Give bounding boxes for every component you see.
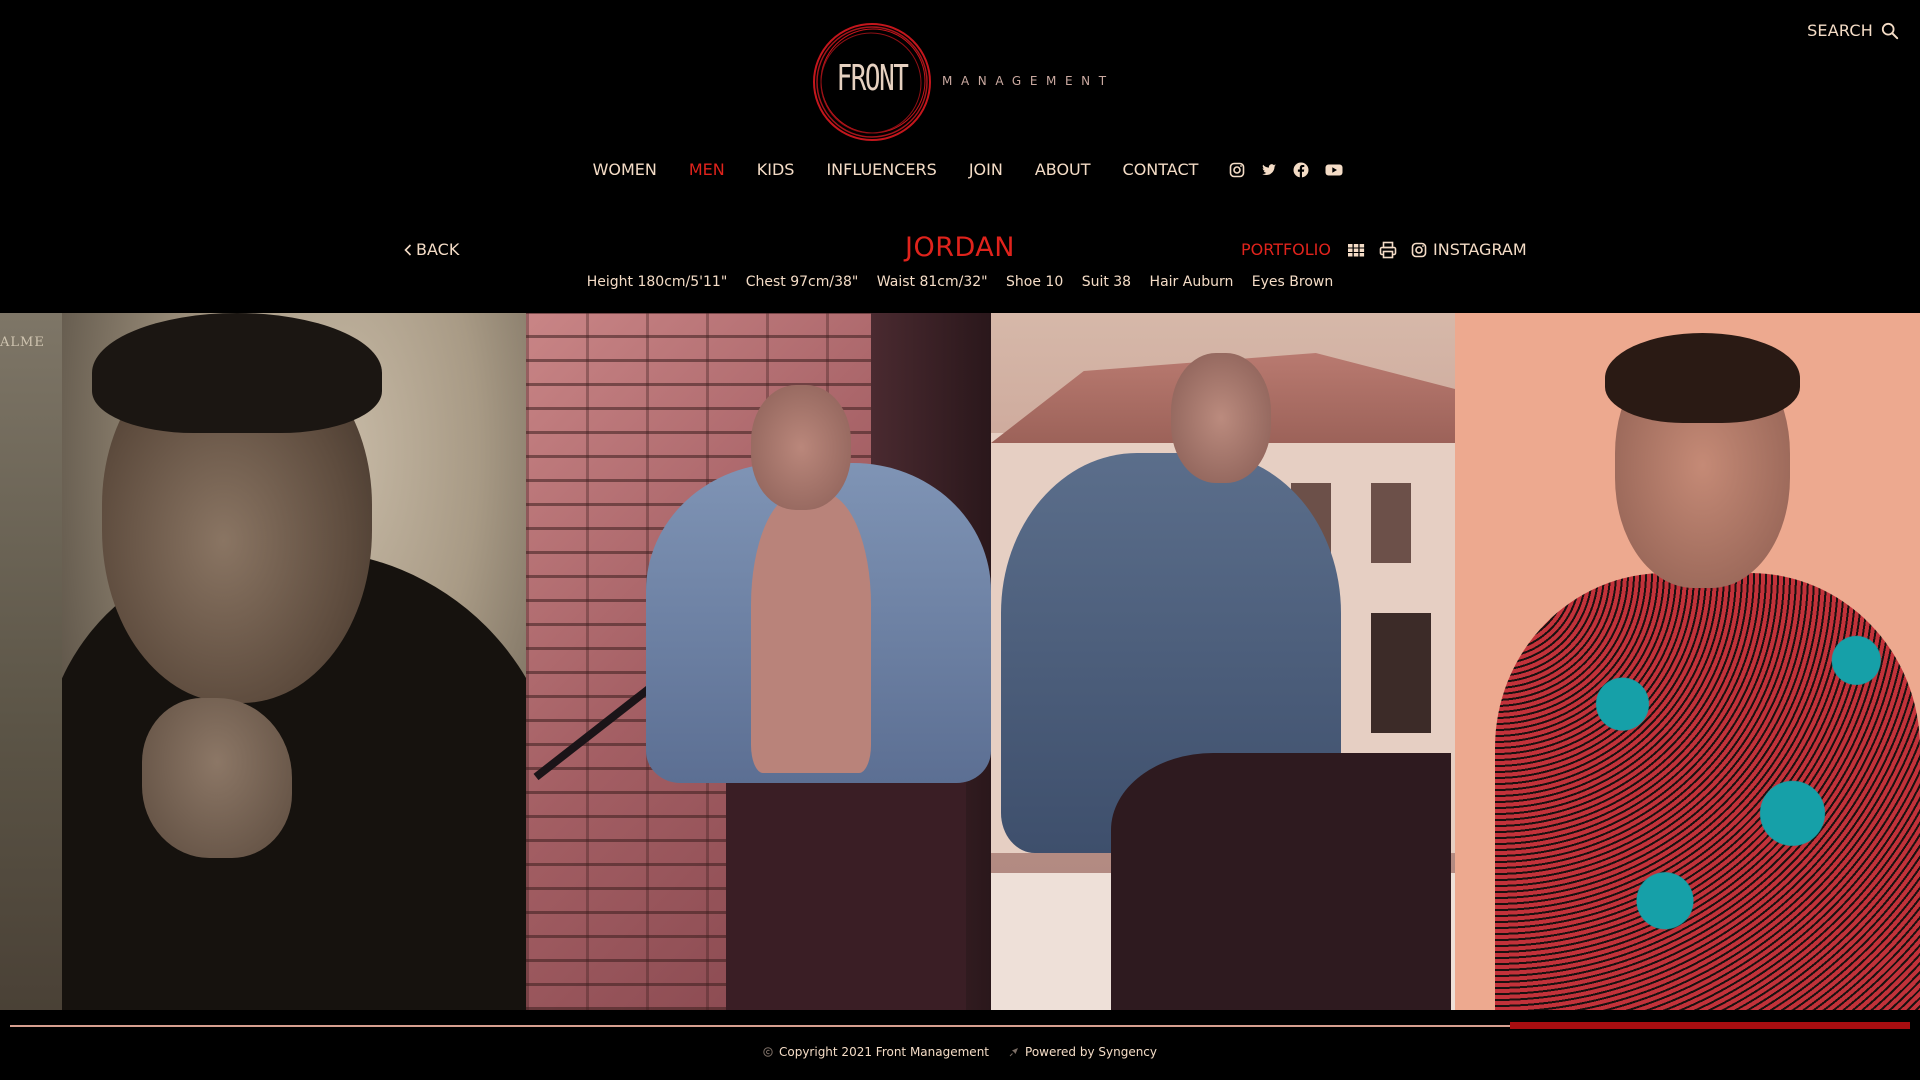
measurement-shoe: Shoe 10 [1006, 274, 1064, 290]
logo-management-text: MANAGEMENT [942, 74, 1115, 88]
twitter-icon[interactable] [1261, 162, 1277, 178]
measurement-chest: Chest 97cm/38" [745, 274, 859, 290]
main-nav: WOMEN MEN KIDS INFLUENCERS JOIN ABOUT CO… [0, 160, 1920, 179]
rocket-icon [1009, 1048, 1019, 1057]
grid-icon[interactable] [1347, 241, 1365, 259]
model-actions: PORTFOLIO INSTAGRAM [1241, 240, 1527, 259]
gallery-scroll-thumb[interactable] [1510, 1022, 1910, 1029]
photo-gallery[interactable]: ALME [0, 313, 1920, 1010]
search-icon [1881, 22, 1899, 39]
measurement-suit: Suit 38 [1081, 274, 1132, 290]
copyright: Copyright 2021 Front Management [763, 1045, 989, 1059]
model-name: JORDAN [905, 232, 1015, 263]
instagram-icon[interactable] [1229, 162, 1245, 178]
site-footer: Copyright 2021 Front Management Powered … [0, 1045, 1920, 1059]
site-header: SEARCH FRONT MANAGEMENT WOMEN MEN KIDS I… [0, 0, 1920, 310]
search-button[interactable]: SEARCH [1807, 21, 1899, 40]
instagram-label: INSTAGRAM [1433, 240, 1527, 259]
nav-item-kids[interactable]: KIDS [741, 160, 811, 179]
instagram-link[interactable]: INSTAGRAM [1411, 240, 1527, 259]
youtube-icon[interactable] [1325, 162, 1343, 178]
facebook-icon[interactable] [1293, 162, 1309, 178]
gallery-photo[interactable] [991, 313, 1455, 1010]
gallery-photo[interactable]: ALME [0, 313, 62, 1010]
nav-item-contact[interactable]: CONTACT [1107, 160, 1215, 179]
model-toolbar: BACK JORDAN PORTFOLIO INSTAGRAM Height 1… [0, 228, 1920, 298]
logo-front-text: FRONT [836, 58, 909, 99]
copyright-text: Copyright 2021 Front Management [778, 1045, 990, 1059]
powered-by-text: Powered by Syngency [1025, 1045, 1158, 1059]
measurement-height: Height 180cm/5'11" [586, 274, 728, 290]
search-label: SEARCH [1807, 21, 1873, 40]
measurement-waist: Waist 81cm/32" [876, 274, 988, 290]
print-icon[interactable] [1379, 241, 1397, 259]
photo-watermark-text: ALME [0, 335, 45, 350]
nav-item-about[interactable]: ABOUT [1019, 160, 1107, 179]
gallery-photo[interactable] [1455, 313, 1920, 1010]
measurement-hair: Hair Auburn [1149, 274, 1234, 290]
nav-item-men[interactable]: MEN [673, 160, 741, 179]
instagram-icon [1411, 242, 1427, 257]
site-logo[interactable]: FRONT MANAGEMENT [810, 20, 1120, 144]
gallery-photo[interactable] [526, 313, 991, 1010]
copyright-icon [763, 1047, 773, 1057]
nav-item-influencers[interactable]: INFLUENCERS [810, 160, 952, 179]
social-links [1229, 162, 1343, 178]
model-measurements: Height 180cm/5'11" Chest 97cm/38" Waist … [0, 274, 1920, 290]
portfolio-link[interactable]: PORTFOLIO [1241, 240, 1331, 259]
nav-item-join[interactable]: JOIN [953, 160, 1019, 179]
nav-item-women[interactable]: WOMEN [577, 160, 673, 179]
measurement-eyes: Eyes Brown [1251, 274, 1334, 290]
gallery-photo[interactable] [62, 313, 526, 1010]
powered-by[interactable]: Powered by Syngency [1009, 1045, 1157, 1059]
